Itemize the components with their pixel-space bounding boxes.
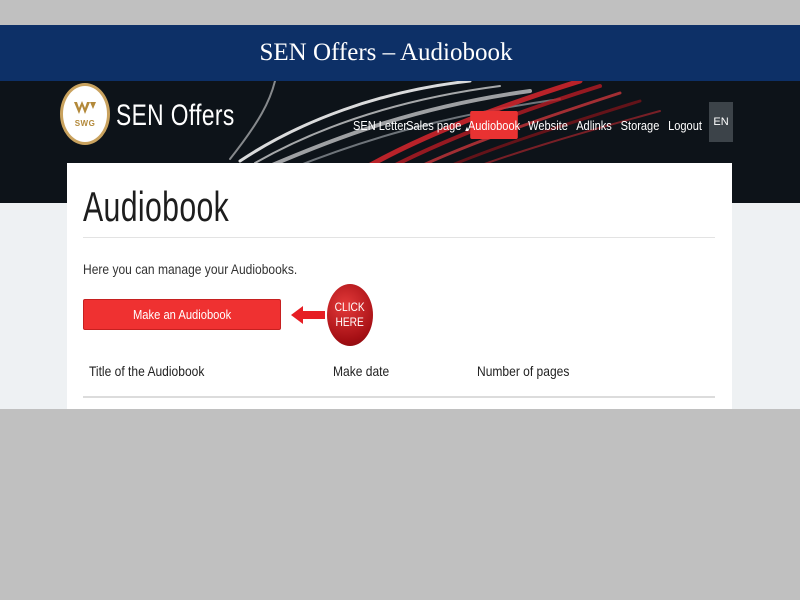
nav-item-storage[interactable]: Storage: [621, 111, 660, 139]
nav-item-sales-page[interactable]: Sales page ▲: [406, 111, 470, 139]
screenshot-area: SWG SEN Offers SEN Letter Sales page ▲ Au…: [0, 81, 800, 409]
main-nav: SEN Letter Sales page ▲ Audiobook Website…: [0, 81, 800, 161]
title-divider: [83, 237, 715, 238]
intro-text: Here you can manage your Audiobooks.: [83, 261, 298, 277]
slide-title-bar: SEN Offers – Audiobook: [0, 25, 800, 81]
nav-item-website[interactable]: Website: [528, 111, 568, 139]
content-panel: Audiobook Here you can manage your Audio…: [67, 163, 732, 409]
nav-item-adlinks[interactable]: Adlinks: [576, 111, 612, 139]
table-header-pages[interactable]: Number of pages: [477, 363, 569, 379]
arrow-left-icon: [291, 306, 325, 324]
language-switch[interactable]: EN: [709, 102, 733, 142]
click-here-badge: CLICK HERE: [327, 284, 373, 346]
make-audiobook-label: Make an Audiobook: [132, 307, 232, 322]
table-header-title[interactable]: Title of the Audiobook: [89, 363, 204, 379]
table-header-divider: [83, 396, 715, 398]
nav-item-sen-letter[interactable]: SEN Letter: [353, 111, 407, 139]
page-title: Audiobook: [83, 183, 230, 230]
slide-title: SEN Offers – Audiobook: [259, 39, 513, 66]
click-here-line-2: HERE: [335, 315, 365, 329]
make-audiobook-button[interactable]: Make an Audiobook: [83, 299, 281, 330]
nav-item-audiobook[interactable]: Audiobook: [468, 111, 520, 139]
click-here-line-1: CLICK: [334, 300, 366, 314]
nav-item-logout[interactable]: Logout: [668, 111, 702, 139]
table-header-make-date[interactable]: Make date: [333, 363, 389, 379]
